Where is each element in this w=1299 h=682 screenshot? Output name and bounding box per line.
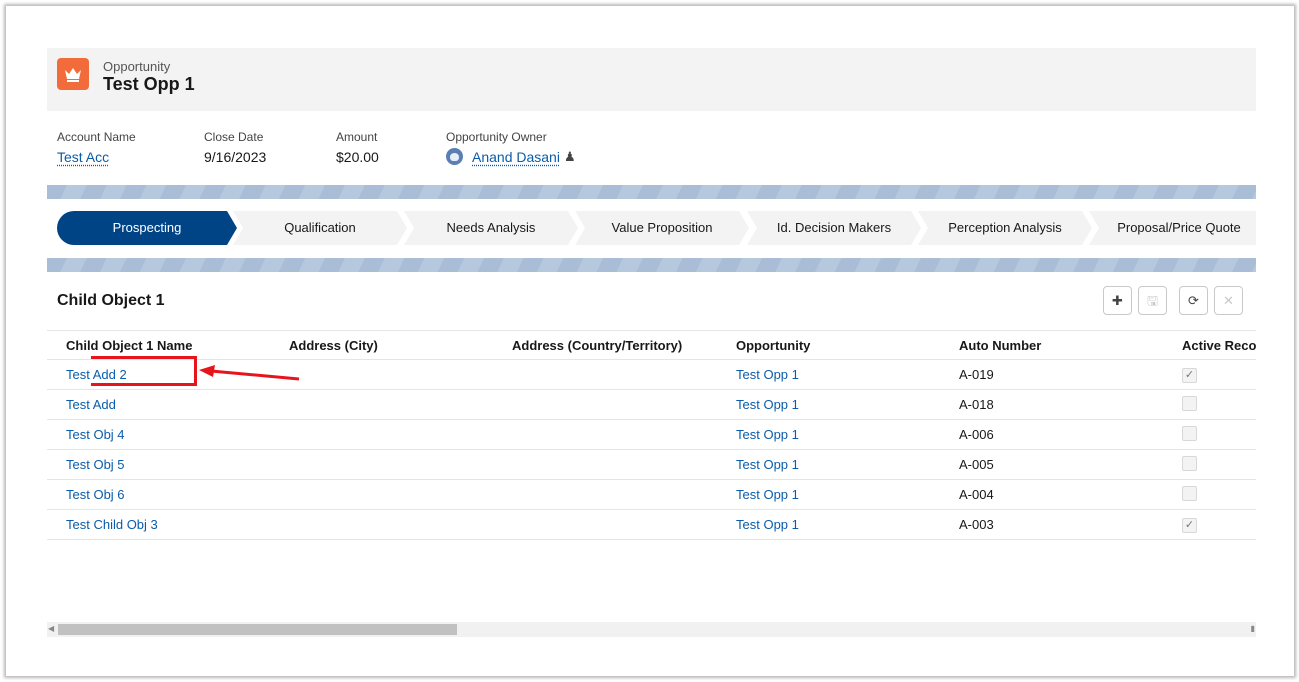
field-close-date: Close Date 9/16/2023 [204, 130, 266, 165]
add-button[interactable]: ✚ [1103, 286, 1132, 315]
opportunity-link[interactable]: Test Opp 1 [736, 517, 799, 532]
city-cell [270, 449, 493, 480]
path-stage-value-proposition[interactable]: Value Proposition [575, 211, 749, 245]
city-cell [270, 479, 493, 510]
auto-number-cell: A-018 [940, 389, 1163, 420]
path-stage-decision-makers[interactable]: Id. Decision Makers [747, 211, 921, 245]
user-avatar-icon [446, 148, 463, 165]
refresh-icon: ⟳ [1188, 293, 1199, 308]
column-header[interactable]: Auto Number [940, 330, 1163, 360]
active-checkbox: ✓ [1182, 368, 1197, 383]
country-cell [493, 389, 717, 420]
record-name-link[interactable]: Test Child Obj 3 [66, 517, 158, 532]
opportunity-link[interactable]: Test Opp 1 [736, 457, 799, 472]
sales-path: Prospecting Qualification Needs Analysis… [57, 211, 1256, 245]
record-page: Opportunity Test Opp 1 Account Name Test… [47, 0, 1256, 682]
owner-name-link[interactable]: Anand Dasani [472, 149, 560, 165]
city-cell [270, 389, 493, 420]
add-icon: ✚ [1112, 293, 1123, 308]
active-checkbox [1182, 455, 1197, 471]
record-name-link[interactable]: Test Obj 5 [66, 457, 125, 472]
scrollbar-thumb[interactable] [58, 624, 457, 635]
country-cell [493, 359, 717, 390]
horizontal-scrollbar[interactable]: ◀ ▮ [47, 622, 1256, 637]
table-row: Test Obj 4 Test Opp 1 A-006 [47, 419, 1256, 450]
column-header[interactable]: Opportunity [717, 330, 940, 360]
opportunity-link[interactable]: Test Opp 1 [736, 487, 799, 502]
record-object-type: Opportunity [103, 59, 171, 74]
field-account-name: Account Name Test Acc [57, 130, 136, 165]
account-name-link[interactable]: Test Acc [57, 149, 136, 165]
record-header: Opportunity Test Opp 1 [47, 48, 1256, 111]
opportunity-link[interactable]: Test Opp 1 [736, 427, 799, 442]
scroll-left-icon[interactable]: ◀ [48, 624, 54, 633]
path-stage-prospecting[interactable]: Prospecting [57, 211, 237, 245]
active-checkbox [1182, 425, 1197, 441]
city-cell [270, 419, 493, 450]
related-list-table: Child Object 1 Name Address (City) Addre… [47, 330, 1256, 540]
country-cell [493, 479, 717, 510]
record-name-link[interactable]: Test Add [66, 397, 116, 412]
table-row: Test Child Obj 3 Test Opp 1 A-003 ✓ [47, 509, 1256, 540]
active-checkbox: ✓ [1182, 518, 1197, 533]
table-row: Test Obj 5 Test Opp 1 A-005 [47, 449, 1256, 480]
path-stage-proposal-price-quote[interactable]: Proposal/Price Quote [1089, 211, 1256, 245]
path-stage-perception-analysis[interactable]: Perception Analysis [918, 211, 1092, 245]
close-date-value: 9/16/2023 [204, 149, 267, 165]
save-button[interactable]: 🖫 [1138, 286, 1167, 315]
record-title: Test Opp 1 [103, 74, 195, 94]
auto-number-cell: A-019 [940, 359, 1163, 390]
opportunity-link[interactable]: Test Opp 1 [736, 367, 799, 382]
decorative-band-bottom [47, 258, 1256, 272]
save-icon: 🖫 [1146, 293, 1159, 308]
auto-number-cell: A-005 [940, 449, 1163, 480]
field-amount: Amount $20.00 [336, 130, 379, 165]
table-row: Test Obj 6 Test Opp 1 A-004 [47, 479, 1256, 510]
table-row: Test Add Test Opp 1 A-018 [47, 389, 1256, 420]
field-label: Close Date [204, 130, 264, 144]
auto-number-cell: A-003 [940, 509, 1163, 540]
path-stage-qualification[interactable]: Qualification [233, 211, 407, 245]
auto-number-cell: A-004 [940, 479, 1163, 510]
field-label: Opportunity Owner [446, 130, 547, 144]
refresh-button[interactable]: ⟳ [1179, 286, 1208, 315]
opportunity-link[interactable]: Test Opp 1 [736, 397, 799, 412]
amount-value: $20.00 [336, 149, 379, 165]
field-label: Amount [336, 130, 378, 144]
related-list-title: Child Object 1 [57, 292, 165, 309]
change-owner-icon[interactable]: ♟ [564, 149, 576, 165]
country-cell [493, 509, 717, 540]
decorative-band-top [47, 185, 1256, 199]
column-header[interactable]: Address (City) [270, 330, 493, 360]
field-opportunity-owner: Opportunity Owner Anand Dasani ♟ [446, 130, 576, 165]
record-name-link[interactable]: Test Obj 4 [66, 427, 125, 442]
field-label: Account Name [57, 130, 136, 144]
scroll-right-icon[interactable]: ▮ [1251, 624, 1255, 633]
active-checkbox [1182, 485, 1197, 501]
column-header[interactable]: Active Reco [1163, 330, 1256, 360]
active-checkbox [1182, 395, 1197, 411]
auto-number-cell: A-006 [940, 419, 1163, 450]
path-stage-needs-analysis[interactable]: Needs Analysis [404, 211, 578, 245]
city-cell [270, 509, 493, 540]
crown-icon [57, 58, 89, 90]
city-cell [270, 359, 493, 390]
cancel-button[interactable]: ✕ [1214, 286, 1243, 315]
record-name-link[interactable]: Test Obj 6 [66, 487, 125, 502]
annotation-arrow-icon [199, 365, 300, 381]
country-cell [493, 449, 717, 480]
country-cell [493, 419, 717, 450]
table-header-row: Child Object 1 Name Address (City) Addre… [47, 330, 1256, 360]
close-icon: ✕ [1223, 293, 1234, 308]
annotation-highlight-box [91, 356, 197, 386]
column-header[interactable]: Address (Country/Territory) [493, 330, 717, 360]
